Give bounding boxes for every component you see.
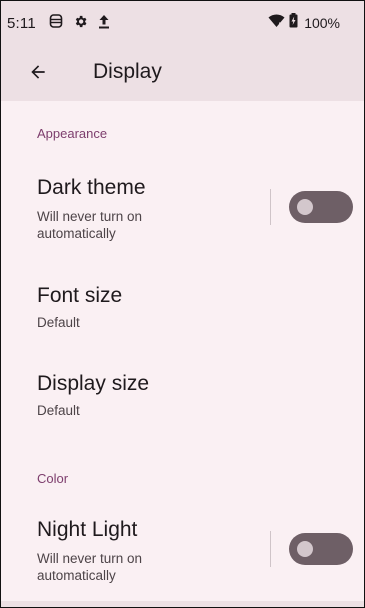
dark-theme-title: Dark theme <box>37 176 146 199</box>
night-light-divider <box>270 531 271 567</box>
night-light-title: Night Light <box>37 518 138 541</box>
arrow-back-icon <box>31 65 45 79</box>
svg-text:5: 5 <box>279 22 282 28</box>
status-icons-left <box>49 13 110 34</box>
wifi-icon: 5 <box>268 13 285 33</box>
status-time: 5:11 <box>7 15 36 32</box>
display-size-title: Display size <box>37 372 150 395</box>
font-size-title: Font size <box>37 284 123 307</box>
back-button[interactable] <box>23 57 53 87</box>
dark-theme-toggle[interactable] <box>289 191 353 223</box>
toggle-thumb <box>297 541 313 557</box>
section-header-color: Color <box>37 471 69 486</box>
section-header-appearance: Appearance <box>37 126 108 141</box>
screen: 5:11 5 100% Display Appearance Dark them… <box>0 0 365 608</box>
toggle-thumb <box>297 199 313 215</box>
status-icons-right: 5 100% <box>268 13 340 33</box>
app-bar: Display <box>1 43 364 101</box>
dark-theme-divider <box>270 189 271 225</box>
vpn-icon <box>49 13 63 34</box>
page-title: Display <box>93 60 162 83</box>
top-bar: 5:11 5 100% Display <box>1 1 364 101</box>
settings-gear-icon <box>73 14 88 34</box>
upload-icon <box>98 14 110 34</box>
battery-icon <box>289 13 298 33</box>
status-bar: 5:11 5 100% <box>1 1 364 43</box>
night-light-summary: Will never turn on automatically <box>37 551 143 583</box>
battery-percent: 100% <box>304 15 340 31</box>
dark-theme-summary: Will never turn on automatically <box>37 209 143 241</box>
font-size-summary: Default <box>37 315 80 330</box>
display-size-summary: Default <box>37 403 80 418</box>
night-light-toggle[interactable] <box>289 533 353 565</box>
bottom-edge <box>1 601 364 607</box>
